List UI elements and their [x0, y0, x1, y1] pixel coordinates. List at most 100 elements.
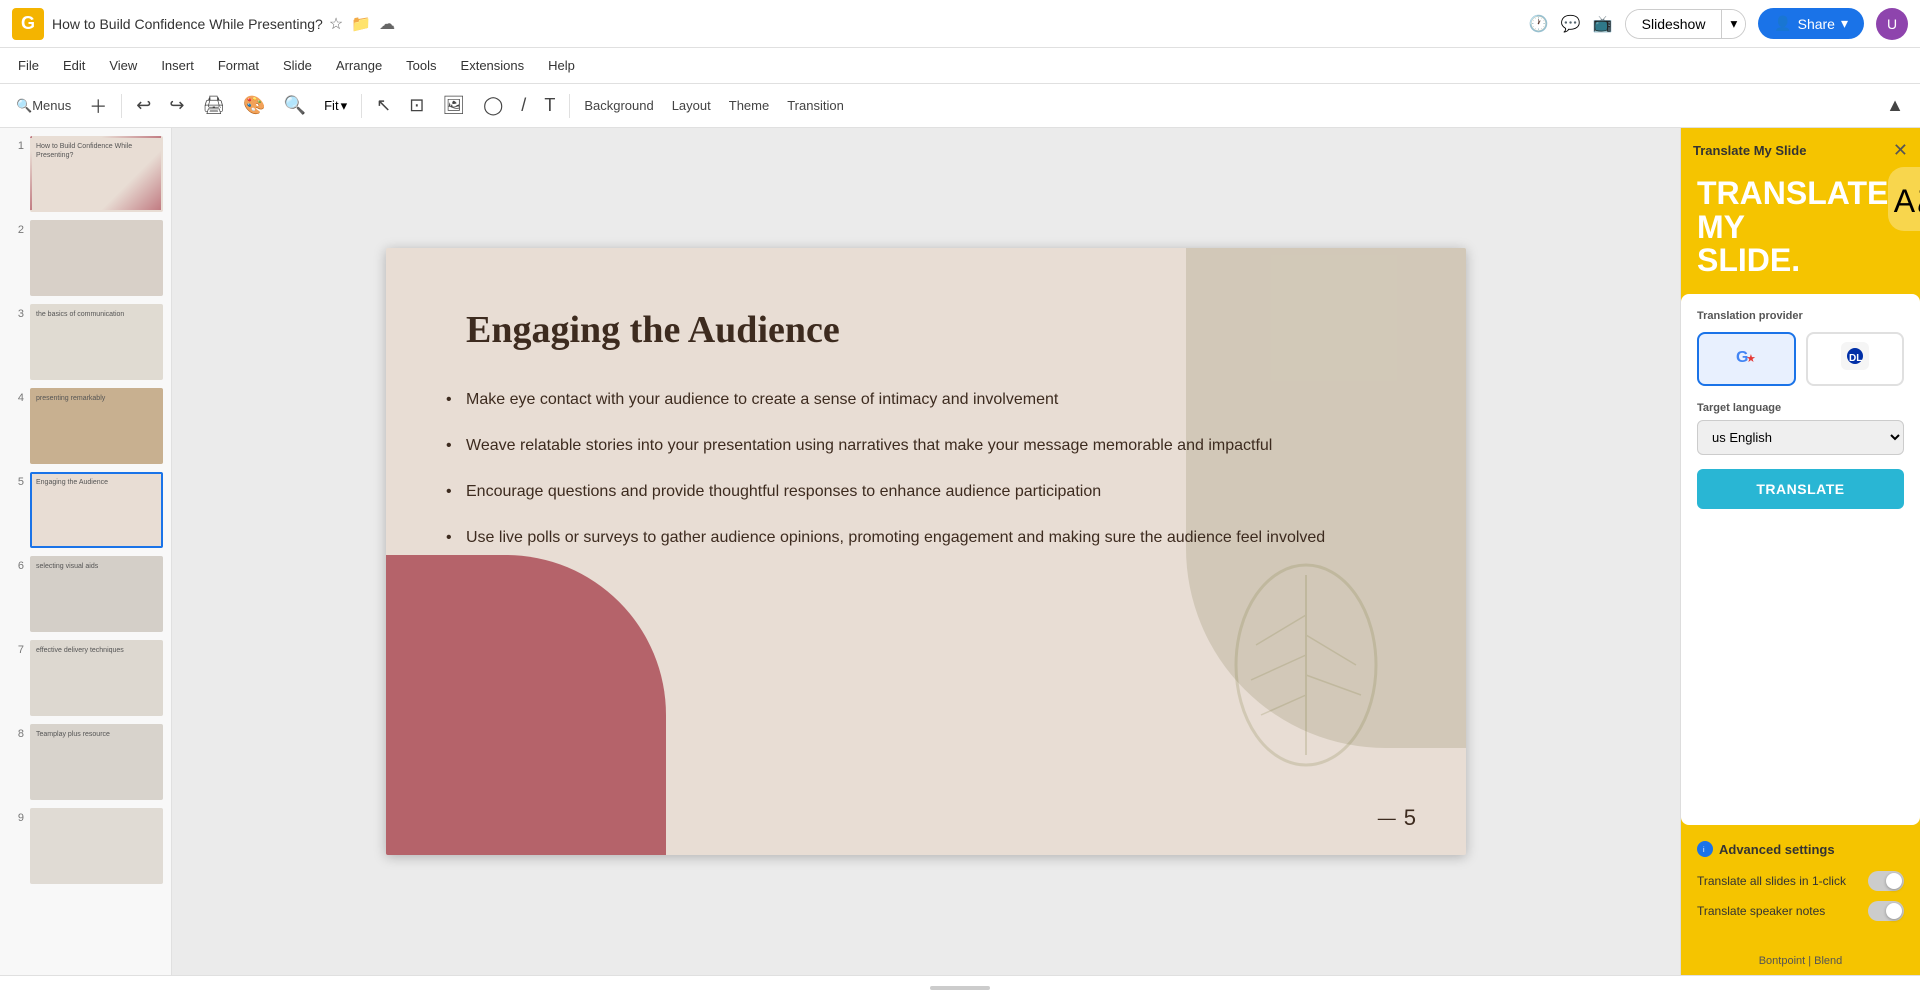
search-menus-button[interactable]: 🔍 Menus — [8, 94, 79, 118]
slide-preview-6: selecting visual aids — [30, 556, 163, 632]
present-icon[interactable]: 📺 — [1593, 14, 1613, 34]
slide-thumb-2[interactable]: 2 — [8, 220, 163, 296]
add-button[interactable]: ＋ — [81, 89, 115, 123]
google-provider-button[interactable]: G ★ — [1697, 332, 1796, 386]
share-button[interactable]: 👤 Share ▾ — [1758, 8, 1864, 39]
background-button[interactable]: Background — [576, 94, 661, 117]
slide-content: Make eye contact with your audience to c… — [446, 388, 1386, 572]
paint-format-button[interactable]: 🎨 — [235, 91, 273, 120]
slide-img-4: presenting remarkably — [32, 390, 161, 462]
menu-tools[interactable]: Tools — [396, 54, 446, 77]
history-icon[interactable]: 🕐 — [1529, 14, 1549, 34]
comment-icon[interactable]: 💬 — [1561, 14, 1581, 34]
menu-view[interactable]: View — [99, 54, 147, 77]
slideshow-main-button[interactable]: Slideshow — [1626, 10, 1722, 38]
menu-format[interactable]: Format — [208, 54, 269, 77]
toolbar-divider-2 — [361, 94, 362, 118]
print-button[interactable]: 🖨 — [194, 91, 233, 120]
deepl-icon: DL — [1841, 342, 1869, 375]
slides-panel: 1 How to Build Confidence While Presenti… — [0, 128, 172, 975]
undo-button[interactable]: ↩ — [128, 91, 159, 120]
slide-preview-5: Engaging the Audience — [30, 472, 163, 548]
redo-button[interactable]: ↪ — [161, 91, 192, 120]
advanced-header[interactable]: i Advanced settings — [1697, 841, 1904, 857]
slide-img-7: effective delivery techniques — [32, 642, 161, 714]
slide-thumb-1[interactable]: 1 How to Build Confidence While Presenti… — [8, 136, 163, 212]
slide-num-1: 1 — [8, 136, 24, 152]
star-icon[interactable]: ☆ — [329, 14, 343, 34]
toolbar-right: ▲ — [1878, 91, 1912, 120]
topbar: G How to Build Confidence While Presenti… — [0, 0, 1920, 48]
avatar[interactable]: U — [1876, 8, 1908, 40]
slide-preview-3: the basics of communication — [30, 304, 163, 380]
advanced-settings-icon: i — [1697, 841, 1713, 857]
slide-thumb-7[interactable]: 7 effective delivery techniques — [8, 640, 163, 716]
translate-all-slides-toggle[interactable] — [1868, 871, 1904, 891]
slide-deco-bottom-left — [386, 555, 666, 855]
slide-leaf-decoration — [1206, 555, 1406, 775]
transition-button[interactable]: Transition — [779, 94, 852, 117]
menu-help[interactable]: Help — [538, 54, 585, 77]
slide-thumb-6[interactable]: 6 selecting visual aids — [8, 556, 163, 632]
collapse-toolbar-button[interactable]: ▲ — [1878, 91, 1912, 120]
slide-preview-2 — [30, 220, 163, 296]
translate-speaker-notes-toggle[interactable] — [1868, 901, 1904, 921]
sidebar-close-button[interactable]: ✕ — [1893, 140, 1908, 161]
line-button[interactable]: / — [513, 91, 534, 120]
slide-thumb-8[interactable]: 8 Teamplay plus resource — [8, 724, 163, 800]
menu-arrange[interactable]: Arrange — [326, 54, 392, 77]
slide-thumb-text-4: presenting remarkably — [32, 390, 161, 407]
slide-num-6: 6 — [8, 556, 24, 572]
menu-file[interactable]: File — [8, 54, 49, 77]
slide-img-1: How to Build Confidence While Presenting… — [32, 138, 161, 210]
slide-container: Engaging the Audience Make eye contact w… — [172, 128, 1680, 975]
slide-thumb-4[interactable]: 4 presenting remarkably — [8, 388, 163, 464]
slide-num-7: 7 — [8, 640, 24, 656]
textbox-button[interactable]: T — [536, 91, 563, 120]
zoom-button[interactable]: 🔍 — [276, 91, 314, 120]
slideshow-dropdown-button[interactable]: ▾ — [1721, 10, 1745, 38]
provider-label: Translation provider — [1697, 310, 1904, 322]
menu-insert[interactable]: Insert — [151, 54, 204, 77]
share-label: Share — [1798, 16, 1835, 32]
slide-thumb-9[interactable]: 9 — [8, 808, 163, 884]
slide-thumb-text-3: the basics of communication — [32, 306, 161, 323]
translate-speaker-notes-label: Translate speaker notes — [1697, 904, 1825, 918]
theme-button[interactable]: Theme — [721, 94, 777, 117]
doc-title: How to Build Confidence While Presenting… — [52, 16, 323, 32]
cursor-button[interactable]: ↖ — [368, 91, 399, 120]
slide-canvas[interactable]: Engaging the Audience Make eye contact w… — [386, 248, 1466, 855]
sidebar-title: Translate My Slide — [1693, 143, 1806, 158]
slide-img-8: Teamplay plus resource — [32, 726, 161, 798]
circle-button[interactable]: ◯ — [475, 91, 511, 120]
slide-bullet-3: Encourage questions and provide thoughtf… — [446, 480, 1386, 504]
translate-button[interactable]: TRANSLATE — [1697, 469, 1904, 509]
slide-preview-9 — [30, 808, 163, 884]
svg-text:DL: DL — [1849, 353, 1862, 364]
select-button[interactable]: ⊡ — [401, 91, 432, 120]
google-icon: G ★ — [1732, 342, 1760, 376]
fit-label: Fit — [324, 98, 338, 113]
slide-preview-1: How to Build Confidence While Presenting… — [30, 136, 163, 212]
menu-edit[interactable]: Edit — [53, 54, 95, 77]
slide-num-9: 9 — [8, 808, 24, 824]
deepl-provider-button[interactable]: DL — [1806, 332, 1905, 386]
slide-img-5: Engaging the Audience — [32, 474, 161, 546]
language-select[interactable]: us English French Spanish German Japanes… — [1697, 420, 1904, 455]
folder-icon[interactable]: 📁 — [351, 14, 371, 34]
menu-extensions[interactable]: Extensions — [451, 54, 535, 77]
layout-button[interactable]: Layout — [664, 94, 719, 117]
slide-thumb-text-2 — [32, 222, 161, 230]
toolbar-divider-1 — [121, 94, 122, 118]
image-button[interactable]: 🖼 — [434, 91, 473, 120]
menu-slide[interactable]: Slide — [273, 54, 322, 77]
slide-thumb-3[interactable]: 3 the basics of communication — [8, 304, 163, 380]
share-arrow: ▾ — [1841, 15, 1848, 32]
cloud-icon[interactable]: ☁ — [379, 14, 395, 34]
slide-img-9 — [32, 810, 161, 882]
svg-text:★: ★ — [1746, 353, 1756, 365]
fit-dropdown[interactable]: Fit ▾ — [316, 94, 355, 118]
slide-bullet-2: Weave relatable stories into your presen… — [446, 434, 1386, 458]
slide-thumb-5[interactable]: 5 Engaging the Audience — [8, 472, 163, 548]
slide-num-3: 3 — [8, 304, 24, 320]
